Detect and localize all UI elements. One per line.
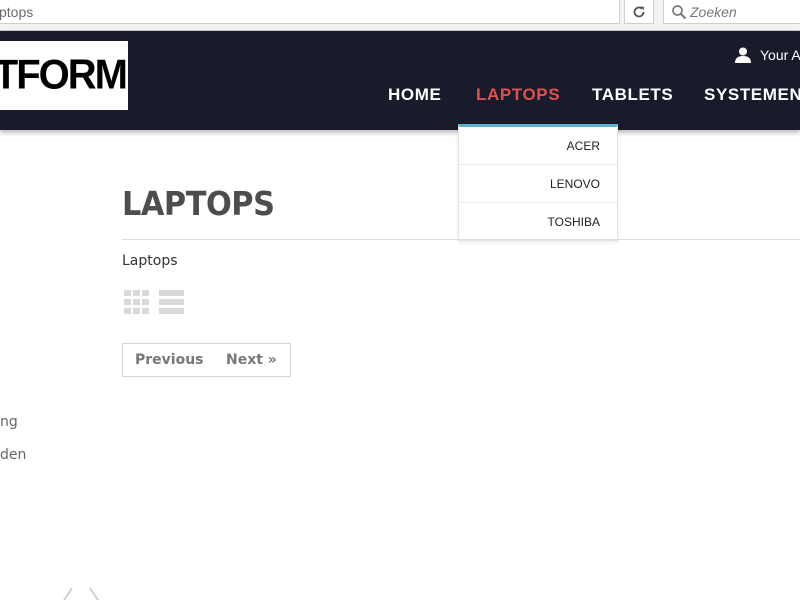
- reload-button[interactable]: [624, 0, 654, 24]
- nav-item-home[interactable]: HOME: [388, 85, 441, 105]
- search-icon: [672, 5, 687, 20]
- search-placeholder: Zoeken: [690, 4, 737, 20]
- category-description: Laptops: [122, 253, 178, 269]
- address-bar[interactable]: ptops: [0, 0, 620, 24]
- dropdown-item-acer[interactable]: ACER: [459, 127, 617, 165]
- browser-search-input[interactable]: Zoeken: [663, 0, 800, 24]
- list-view-icon[interactable]: [159, 290, 185, 314]
- account-link[interactable]: Your A: [734, 45, 800, 65]
- dropdown-item-lenovo[interactable]: LENOVO: [459, 165, 617, 203]
- dropdown-item-toshiba[interactable]: TOSHIBA: [459, 203, 617, 241]
- sidebar-link[interactable]: den: [0, 447, 26, 463]
- account-label: Your A: [760, 47, 800, 63]
- title-divider: [122, 239, 800, 240]
- carousel-arrows-icon[interactable]: [58, 586, 108, 600]
- main-nav: HOME LAPTOPS TABLETS SYSTEMEN: [0, 85, 800, 109]
- nav-item-laptops[interactable]: LAPTOPS: [476, 85, 560, 105]
- previous-page-button[interactable]: Previous: [135, 352, 204, 368]
- reload-icon: [633, 6, 645, 17]
- next-page-button[interactable]: Next »: [226, 352, 277, 368]
- sidebar-link[interactable]: ng: [0, 414, 18, 430]
- grid-view-icon[interactable]: [124, 290, 150, 314]
- nav-item-systemen[interactable]: SYSTEMEN: [704, 85, 800, 105]
- site-header: ATFORM Your A HOME LAPTOPS TABLETS SYSTE…: [0, 31, 800, 130]
- laptops-dropdown-menu: ACER LENOVO TOSHIBA: [458, 124, 618, 241]
- page-title: LAPTOPS: [122, 184, 275, 223]
- pagination: Previous Next »: [122, 343, 291, 377]
- nav-item-tablets[interactable]: TABLETS: [592, 85, 673, 105]
- user-icon: [735, 47, 751, 63]
- browser-toolbar: ptops Zoeken: [0, 0, 800, 31]
